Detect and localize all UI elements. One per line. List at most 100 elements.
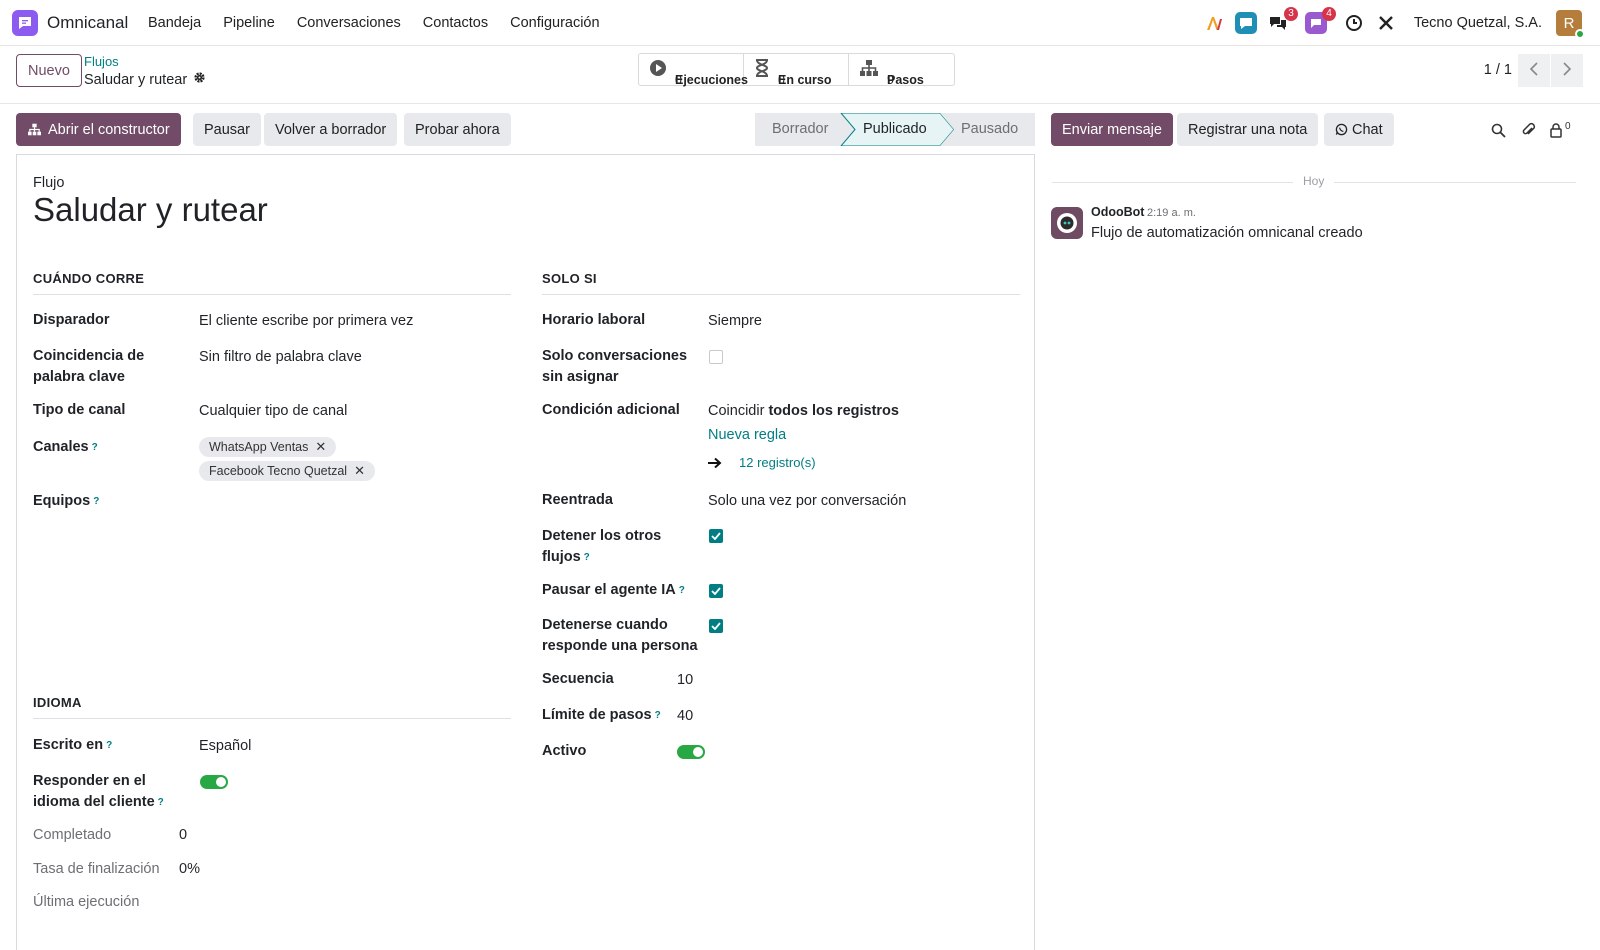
help-icon[interactable]: ? [92, 442, 98, 453]
chevron-left-icon [1529, 62, 1539, 79]
clock-icon[interactable] [1342, 11, 1366, 35]
section-when-runs: CUÁNDO CORRE [33, 271, 511, 295]
activity-icon[interactable]: 4 [1304, 7, 1336, 35]
ai-icon[interactable] [1202, 11, 1226, 35]
unassigned-label: Solo conversaciones sin asignar [542, 348, 688, 385]
arrow-right-icon [708, 457, 722, 469]
menu-item-configuracion[interactable]: Configuración [510, 15, 599, 31]
form-sheet: Flujo Saludar y rutear CUÁNDO CORRE Disp… [16, 154, 1035, 950]
tools-icon[interactable] [1374, 11, 1398, 35]
test-now-button[interactable]: Probar ahora [404, 113, 511, 146]
new-button[interactable]: Nuevo [16, 54, 82, 87]
help-icon[interactable]: ? [679, 585, 685, 596]
message-author[interactable]: OdooBot [1091, 205, 1144, 219]
user-avatar[interactable]: R [1556, 10, 1585, 39]
pause-ai-checkbox[interactable] [709, 584, 723, 598]
remove-tag-icon[interactable]: ✕ [354, 463, 365, 479]
help-icon[interactable]: ? [655, 710, 661, 721]
stop-other-label-text: Detener los otros flujos [542, 528, 662, 565]
hours-field[interactable]: Siempre [708, 311, 762, 332]
chat-button[interactable]: Chat [1324, 113, 1394, 146]
messages-icon[interactable]: 3 [1266, 7, 1298, 35]
breadcrumb-parent[interactable]: Flujos [84, 54, 119, 69]
pause-button[interactable]: Pausar [193, 113, 261, 146]
menu-item-conversaciones[interactable]: Conversaciones [297, 15, 401, 31]
menu-item-bandeja[interactable]: Bandeja [148, 15, 201, 31]
section-language: IDIOMA [33, 695, 511, 719]
company-switcher[interactable]: Tecno Quetzal, S.A. [1414, 15, 1542, 31]
completed-value: 0 [179, 827, 188, 843]
pause-ai-label: Pausar el agente IA? [542, 580, 685, 601]
chevron-right-icon [1562, 62, 1572, 79]
stat-steps-value: 9 [887, 72, 894, 87]
stat-in-progress[interactable]: En curso 0 [744, 54, 849, 87]
control-panel: Nuevo Flujos Saludar y rutear Ejecucione… [0, 46, 1600, 104]
unassigned-checkbox[interactable] [709, 350, 723, 364]
written-in-field[interactable]: Español [199, 736, 251, 757]
odoobot-avatar[interactable] [1051, 207, 1083, 239]
stage-pausado[interactable]: Pausado [961, 121, 1018, 137]
message-body: Flujo de automatización omnicanal creado [1091, 225, 1363, 241]
channel-type-field[interactable]: Cualquier tipo de canal [199, 401, 347, 422]
online-status-dot [1575, 29, 1585, 39]
teams-field[interactable] [199, 491, 499, 513]
menu-item-pipeline[interactable]: Pipeline [223, 15, 275, 31]
date-separator-label: Hoy [1293, 174, 1335, 188]
completion-rate-label: Tasa de finalización [33, 861, 160, 877]
sequence-field[interactable]: 10 [677, 670, 693, 691]
new-rule-link[interactable]: Nueva regla [708, 425, 786, 446]
stat-steps[interactable]: Pasos 9 [849, 54, 954, 87]
back-to-draft-button[interactable]: Volver a borrador [264, 113, 398, 146]
paperclip-icon[interactable] [1517, 119, 1539, 141]
play-icon [649, 59, 667, 80]
reply-lang-label-text: Responder en el idioma del cliente [33, 773, 155, 810]
pager-value[interactable]: 1 / 1 [1484, 62, 1512, 78]
open-builder-label: Abrir el constructor [48, 121, 170, 138]
keyword-field[interactable]: Sin filtro de palabra clave [199, 347, 362, 368]
livechat-icon[interactable] [1234, 11, 1258, 35]
gear-icon[interactable] [193, 71, 206, 88]
record-title[interactable]: Saludar y rutear [33, 191, 268, 229]
remove-tag-icon[interactable]: ✕ [315, 439, 326, 455]
open-builder-button[interactable]: Abrir el constructor [16, 113, 181, 146]
app-name[interactable]: Omnicanal [47, 13, 128, 33]
menu-item-contactos[interactable]: Contactos [423, 15, 488, 31]
reply-lang-toggle[interactable] [200, 775, 228, 789]
help-icon[interactable]: ? [106, 740, 112, 751]
condition-label: Condición adicional [542, 402, 680, 418]
sitemap-icon [859, 59, 879, 80]
followers-count: 0 [1565, 120, 1571, 132]
stat-executions[interactable]: Ejecuciones 0 [639, 54, 748, 87]
record-kind-label: Flujo [33, 175, 65, 191]
messages-badge: 3 [1284, 7, 1298, 21]
message-time: 2:19 a. m. [1147, 207, 1196, 219]
stop-other-label: Detener los otros flujos? [542, 526, 682, 568]
send-message-button[interactable]: Enviar mensaje [1051, 113, 1173, 146]
stage-publicado[interactable]: Publicado [863, 121, 927, 137]
main-menu: Bandeja Pipeline Conversaciones Contacto… [148, 15, 622, 31]
log-note-button[interactable]: Registrar una nota [1177, 113, 1319, 146]
stop-other-checkbox[interactable] [709, 529, 723, 543]
hours-label: Horario laboral [542, 312, 646, 328]
active-toggle[interactable] [677, 745, 705, 759]
completed-label: Completado [33, 827, 112, 843]
trigger-field[interactable]: El cliente escribe por primera vez [199, 311, 413, 332]
records-row: 12 registro(s) [708, 452, 816, 473]
completion-rate-value: 0% [179, 861, 200, 877]
omnicanal-app-icon[interactable] [12, 10, 38, 36]
help-icon[interactable]: ? [584, 552, 590, 563]
followers-button[interactable]: 0 [1549, 119, 1579, 141]
channel-tag: WhatsApp Ventas ✕ [199, 437, 337, 457]
pager-next-button[interactable] [1551, 54, 1583, 87]
reentry-field[interactable]: Solo una vez por conversación [708, 491, 906, 512]
step-limit-field[interactable]: 40 [677, 706, 693, 727]
records-count-link[interactable]: 12 registro(s) [739, 452, 816, 473]
stop-human-checkbox[interactable] [709, 619, 723, 633]
pager-previous-button[interactable] [1518, 54, 1550, 87]
search-icon[interactable] [1487, 119, 1509, 141]
stage-borrador[interactable]: Borrador [772, 121, 828, 137]
help-icon[interactable]: ? [158, 797, 164, 808]
whatsapp-icon [1335, 123, 1348, 136]
help-icon[interactable]: ? [93, 496, 99, 507]
condition-field[interactable]: Coincidir todos los registros [708, 401, 899, 422]
